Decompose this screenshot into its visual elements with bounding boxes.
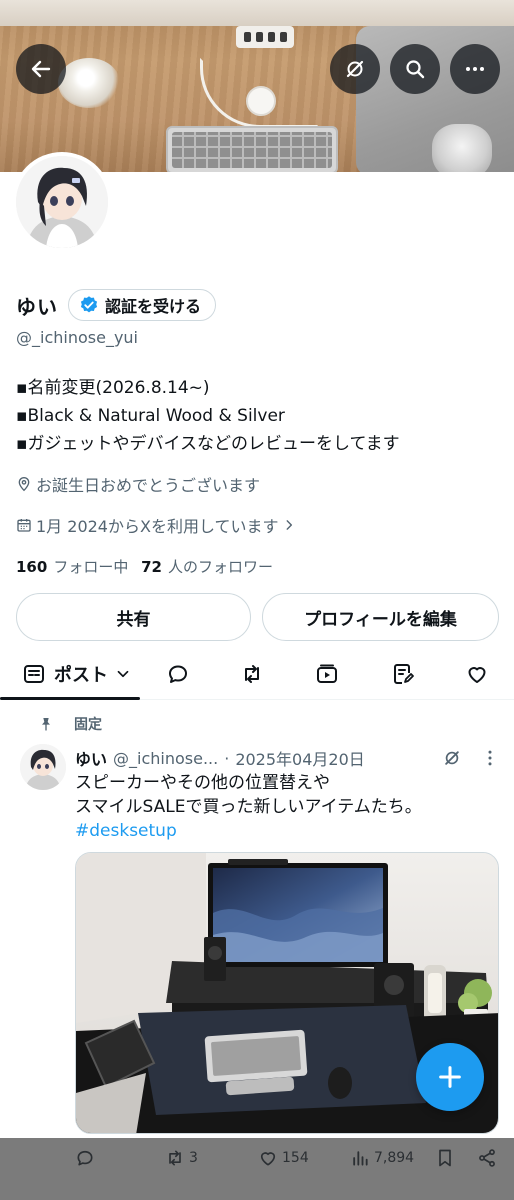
chevron-right-icon (287, 520, 293, 530)
post-text-line: スマイルSALEで買った新しいアイテムたち。 (75, 797, 422, 817)
grok-button[interactable] (330, 44, 380, 94)
post-body: スピーカーやその他の位置替えや スマイルSALEで買った新しいアイテムたち。 #… (75, 771, 422, 843)
tab-replies[interactable] (158, 648, 198, 700)
location-pin-icon (18, 476, 30, 492)
like-icon (260, 1152, 276, 1166)
grok-icon (346, 60, 364, 78)
tab-media[interactable] (307, 648, 347, 700)
following-link[interactable]: 160 フォロー中 (16, 558, 133, 576)
tab-articles[interactable] (383, 648, 423, 700)
post-author-avatar[interactable] (20, 744, 66, 790)
like-icon (468, 667, 486, 683)
tab-posts-label: ポスト (54, 665, 108, 686)
views-button[interactable]: 7,894 (350, 1148, 414, 1168)
search-icon (406, 60, 425, 79)
get-verified-label: 認証を受ける (105, 297, 202, 316)
share-icon (479, 1149, 495, 1167)
share-post-button[interactable] (477, 1148, 497, 1168)
post-header: ゆい @_ichinose... · 2025年04月20日 (75, 746, 365, 770)
active-tab-indicator (0, 697, 140, 700)
post-author-handle[interactable]: @_ichinose... (113, 749, 218, 768)
edit-profile-button[interactable]: プロフィールを編集 (262, 593, 499, 641)
post-date[interactable]: 2025年04月20日 (235, 746, 364, 770)
joined-row[interactable]: 1月 2024からXを利用しています (16, 513, 300, 537)
share-label: 共有 (116, 609, 151, 630)
follow-stats: 160 フォロー中 72 人のフォロワー (16, 556, 273, 577)
joined-text: 1月 2024からXを利用しています (36, 517, 279, 536)
banner-mouse (432, 124, 492, 172)
profile-bio: ▪名前変更(2026.8.14~) ▪Black & Natural Wood … (16, 374, 400, 458)
banner-keyboard (166, 126, 338, 172)
like-count: 154 (282, 1150, 309, 1166)
share-button[interactable]: 共有 (16, 593, 251, 641)
display-name: ゆい (16, 294, 58, 319)
video-icon (317, 664, 337, 683)
arrow-left-icon (31, 60, 51, 78)
posts-feed-icon (24, 665, 44, 683)
bookmark-icon (439, 1149, 451, 1167)
pinned-indicator: 固定 (38, 714, 102, 734)
anime-avatar-image (16, 156, 108, 248)
followers-label: 人のフォロワー (167, 558, 273, 576)
birthday-text: お誕生日おめでとうございます (36, 476, 261, 495)
tab-reposts[interactable] (232, 648, 272, 700)
bio-line: ▪名前変更(2026.8.14~) (16, 378, 210, 398)
more-button[interactable] (450, 44, 500, 94)
post-hashtag[interactable]: #desksetup (75, 819, 422, 843)
more-vertical-icon[interactable] (480, 748, 500, 768)
bio-line: ▪Black & Natural Wood & Silver (16, 406, 285, 426)
profile-tabs: ポスト (0, 648, 514, 700)
chevron-down-icon (117, 670, 129, 678)
following-count: 160 (16, 558, 48, 576)
profile-handle: @_ichinose_yui (16, 328, 138, 347)
followers-link[interactable]: 72 人のフォロワー (141, 558, 273, 576)
post-text-line: スピーカーやその他の位置替えや (75, 773, 330, 793)
pin-icon (42, 718, 50, 731)
get-verified-button[interactable]: 認証を受ける (68, 289, 217, 321)
views-count: 7,894 (374, 1150, 415, 1166)
birthday-row: お誕生日おめでとうございます (16, 472, 260, 496)
verified-badge-icon (80, 296, 98, 313)
profile-avatar[interactable] (12, 152, 112, 252)
profile-name-row: ゆい 認証を受ける (16, 289, 217, 321)
views-chart-icon (353, 1151, 368, 1166)
repost-button[interactable]: 3 (165, 1148, 198, 1168)
reply-icon (169, 665, 187, 683)
search-button[interactable] (390, 44, 440, 94)
banner-lamp (58, 58, 120, 108)
following-label: フォロー中 (53, 558, 129, 576)
more-horizontal-icon (466, 67, 484, 71)
article-icon (394, 664, 414, 684)
reply-button[interactable] (75, 1148, 95, 1168)
repost-icon (169, 1150, 181, 1166)
back-button[interactable] (16, 44, 66, 94)
post-separator: · (224, 748, 230, 768)
banner-power-strip (236, 26, 294, 48)
post-author-name[interactable]: ゆい (75, 746, 107, 770)
reply-icon (77, 1150, 93, 1166)
like-button[interactable]: 154 (258, 1148, 309, 1168)
tab-posts[interactable]: ポスト (14, 648, 140, 700)
anime-avatar-image (20, 744, 66, 790)
bio-line: ▪ガジェットやデバイスなどのレビューをしてます (16, 434, 400, 454)
bookmark-button[interactable] (435, 1148, 455, 1168)
pinned-label: 固定 (74, 717, 102, 733)
banner-shelf (0, 0, 514, 26)
grok-icon[interactable] (442, 748, 462, 768)
edit-profile-label: プロフィールを編集 (304, 609, 457, 630)
compose-button[interactable] (416, 1043, 484, 1111)
repost-icon (245, 665, 259, 683)
tab-likes[interactable] (457, 648, 497, 700)
repost-count: 3 (189, 1150, 198, 1166)
followers-count: 72 (141, 558, 162, 576)
plus-icon (439, 1066, 461, 1088)
calendar-icon (17, 519, 31, 532)
profile-banner[interactable] (0, 0, 514, 172)
banner-charger (246, 86, 276, 116)
